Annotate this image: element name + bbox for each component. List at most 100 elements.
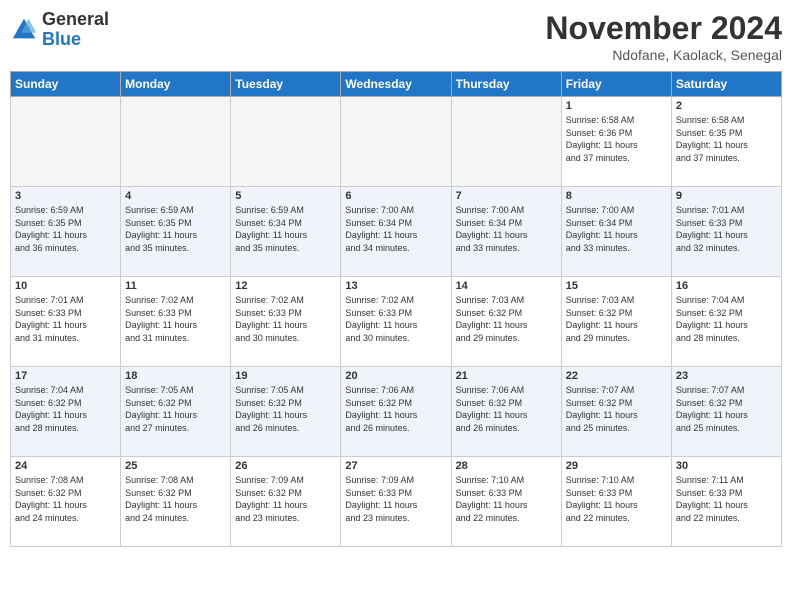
calendar-cell: 26 Sunrise: 7:09 AM Sunset: 6:32 PM Dayli… — [231, 457, 341, 547]
day-number: 16 — [676, 280, 777, 292]
day-info: Sunrise: 7:10 AM Sunset: 6:33 PM Dayligh… — [456, 474, 557, 524]
calendar-cell: 3 Sunrise: 6:59 AM Sunset: 6:35 PM Daylig… — [11, 187, 121, 277]
calendar-cell: 28 Sunrise: 7:10 AM Sunset: 6:33 PM Dayli… — [451, 457, 561, 547]
calendar-cell — [231, 97, 341, 187]
day-info: Sunrise: 7:09 AM Sunset: 6:33 PM Dayligh… — [345, 474, 446, 524]
day-number: 25 — [125, 460, 226, 472]
day-number: 8 — [566, 190, 667, 202]
day-info: Sunrise: 7:05 AM Sunset: 6:32 PM Dayligh… — [125, 384, 226, 434]
calendar-week-row: 24Sunrise: 7:08 AM Sunset: 6:32 PM Dayli… — [11, 457, 782, 547]
day-number: 13 — [345, 280, 446, 292]
day-number: 21 — [456, 370, 557, 382]
day-number: 27 — [345, 460, 446, 472]
day-info: Sunrise: 7:01 AM Sunset: 6:33 PM Dayligh… — [676, 204, 777, 254]
calendar-header-saturday: Saturday — [671, 72, 781, 97]
day-info: Sunrise: 6:58 AM Sunset: 6:36 PM Dayligh… — [566, 114, 667, 164]
title-block: November 2024 Ndofane, Kaolack, Senegal — [545, 10, 782, 63]
calendar-header-monday: Monday — [121, 72, 231, 97]
day-info: Sunrise: 7:00 AM Sunset: 6:34 PM Dayligh… — [345, 204, 446, 254]
day-number: 1 — [566, 100, 667, 112]
calendar-cell — [121, 97, 231, 187]
calendar-cell: 30 Sunrise: 7:11 AM Sunset: 6:33 PM Dayli… — [671, 457, 781, 547]
calendar-cell: 10 Sunrise: 7:01 AM Sunset: 6:33 PM Dayli… — [11, 277, 121, 367]
calendar-cell: 6 Sunrise: 7:00 AM Sunset: 6:34 PM Daylig… — [341, 187, 451, 277]
day-info: Sunrise: 6:59 AM Sunset: 6:35 PM Dayligh… — [125, 204, 226, 254]
calendar-cell: 15 Sunrise: 7:03 AM Sunset: 6:32 PM Dayli… — [561, 277, 671, 367]
calendar-cell: 19 Sunrise: 7:05 AM Sunset: 6:32 PM Dayli… — [231, 367, 341, 457]
day-info: Sunrise: 7:00 AM Sunset: 6:34 PM Dayligh… — [456, 204, 557, 254]
day-info: Sunrise: 7:07 AM Sunset: 6:32 PM Dayligh… — [566, 384, 667, 434]
calendar-cell: 22 Sunrise: 7:07 AM Sunset: 6:32 PM Dayli… — [561, 367, 671, 457]
day-number: 11 — [125, 280, 226, 292]
calendar-header-tuesday: Tuesday — [231, 72, 341, 97]
day-number: 4 — [125, 190, 226, 202]
calendar-header-thursday: Thursday — [451, 72, 561, 97]
day-info: Sunrise: 7:11 AM Sunset: 6:33 PM Dayligh… — [676, 474, 777, 524]
day-info: Sunrise: 7:04 AM Sunset: 6:32 PM Dayligh… — [676, 294, 777, 344]
calendar-week-row: 3 Sunrise: 6:59 AM Sunset: 6:35 PM Daylig… — [11, 187, 782, 277]
day-number: 23 — [676, 370, 777, 382]
day-number: 6 — [345, 190, 446, 202]
day-info: Sunrise: 7:05 AM Sunset: 6:32 PM Dayligh… — [235, 384, 336, 434]
day-number: 18 — [125, 370, 226, 382]
day-info: Sunrise: 7:00 AM Sunset: 6:34 PM Dayligh… — [566, 204, 667, 254]
day-info: Sunrise: 7:04 AM Sunset: 6:32 PM Dayligh… — [15, 384, 116, 434]
day-number: 14 — [456, 280, 557, 292]
calendar-cell: 8 Sunrise: 7:00 AM Sunset: 6:34 PM Daylig… — [561, 187, 671, 277]
day-info: Sunrise: 7:01 AM Sunset: 6:33 PM Dayligh… — [15, 294, 116, 344]
day-number: 10 — [15, 280, 116, 292]
calendar-week-row: 10 Sunrise: 7:01 AM Sunset: 6:33 PM Dayli… — [11, 277, 782, 367]
calendar-header-friday: Friday — [561, 72, 671, 97]
calendar-cell: 1 Sunrise: 6:58 AM Sunset: 6:36 PM Daylig… — [561, 97, 671, 187]
day-info: Sunrise: 7:03 AM Sunset: 6:32 PM Dayligh… — [456, 294, 557, 344]
calendar-cell: 18 Sunrise: 7:05 AM Sunset: 6:32 PM Dayli… — [121, 367, 231, 457]
day-info: Sunrise: 7:03 AM Sunset: 6:32 PM Dayligh… — [566, 294, 667, 344]
calendar-cell: 25 Sunrise: 7:08 AM Sunset: 6:32 PM Dayli… — [121, 457, 231, 547]
calendar-header-wednesday: Wednesday — [341, 72, 451, 97]
calendar-header-row: SundayMondayTuesdayWednesdayThursdayFrid… — [11, 72, 782, 97]
day-info: Sunrise: 7:02 AM Sunset: 6:33 PM Dayligh… — [125, 294, 226, 344]
day-number: 19 — [235, 370, 336, 382]
day-info: Sunrise: 7:09 AM Sunset: 6:32 PM Dayligh… — [235, 474, 336, 524]
calendar-cell — [11, 97, 121, 187]
month-title: November 2024 — [545, 10, 782, 47]
calendar-cell: 4 Sunrise: 6:59 AM Sunset: 6:35 PM Daylig… — [121, 187, 231, 277]
day-number: 20 — [345, 370, 446, 382]
day-info: Sunrise: 7:07 AM Sunset: 6:32 PM Dayligh… — [676, 384, 777, 434]
calendar-table: SundayMondayTuesdayWednesdayThursdayFrid… — [10, 71, 782, 547]
day-number: 17 — [15, 370, 116, 382]
calendar-week-row: 1 Sunrise: 6:58 AM Sunset: 6:36 PM Daylig… — [11, 97, 782, 187]
calendar-cell: 27 Sunrise: 7:09 AM Sunset: 6:33 PM Dayli… — [341, 457, 451, 547]
day-info: Sunrise: 7:10 AM Sunset: 6:33 PM Dayligh… — [566, 474, 667, 524]
calendar-cell: 23 Sunrise: 7:07 AM Sunset: 6:32 PM Dayli… — [671, 367, 781, 457]
day-number: 3 — [15, 190, 116, 202]
calendar-cell — [341, 97, 451, 187]
day-number: 26 — [235, 460, 336, 472]
location-text: Ndofane, Kaolack, Senegal — [545, 47, 782, 63]
day-info: Sunrise: 7:08 AM Sunset: 6:32 PM Dayligh… — [15, 474, 116, 524]
calendar-cell: 20 Sunrise: 7:06 AM Sunset: 6:32 PM Dayli… — [341, 367, 451, 457]
day-number: 29 — [566, 460, 667, 472]
calendar-cell: 9 Sunrise: 7:01 AM Sunset: 6:33 PM Daylig… — [671, 187, 781, 277]
day-info: Sunrise: 7:06 AM Sunset: 6:32 PM Dayligh… — [456, 384, 557, 434]
day-info: Sunrise: 7:08 AM Sunset: 6:32 PM Dayligh… — [125, 474, 226, 524]
day-number: 30 — [676, 460, 777, 472]
calendar-cell: 16 Sunrise: 7:04 AM Sunset: 6:32 PM Dayli… — [671, 277, 781, 367]
day-info: Sunrise: 6:59 AM Sunset: 6:34 PM Dayligh… — [235, 204, 336, 254]
day-number: 12 — [235, 280, 336, 292]
day-number: 15 — [566, 280, 667, 292]
day-info: Sunrise: 6:59 AM Sunset: 6:35 PM Dayligh… — [15, 204, 116, 254]
day-number: 22 — [566, 370, 667, 382]
calendar-cell: 17 Sunrise: 7:04 AM Sunset: 6:32 PM Dayli… — [11, 367, 121, 457]
calendar-cell: 14 Sunrise: 7:03 AM Sunset: 6:32 PM Dayli… — [451, 277, 561, 367]
calendar-cell: 13 Sunrise: 7:02 AM Sunset: 6:33 PM Dayli… — [341, 277, 451, 367]
day-info: Sunrise: 7:02 AM Sunset: 6:33 PM Dayligh… — [345, 294, 446, 344]
day-number: 2 — [676, 100, 777, 112]
calendar-cell: 29 Sunrise: 7:10 AM Sunset: 6:33 PM Dayli… — [561, 457, 671, 547]
day-number: 9 — [676, 190, 777, 202]
logo-general-text: General — [42, 9, 109, 29]
page-header: General Blue November 2024 Ndofane, Kaol… — [10, 10, 782, 63]
calendar-cell: 24Sunrise: 7:08 AM Sunset: 6:32 PM Dayli… — [11, 457, 121, 547]
day-info: Sunrise: 7:06 AM Sunset: 6:32 PM Dayligh… — [345, 384, 446, 434]
day-number: 28 — [456, 460, 557, 472]
